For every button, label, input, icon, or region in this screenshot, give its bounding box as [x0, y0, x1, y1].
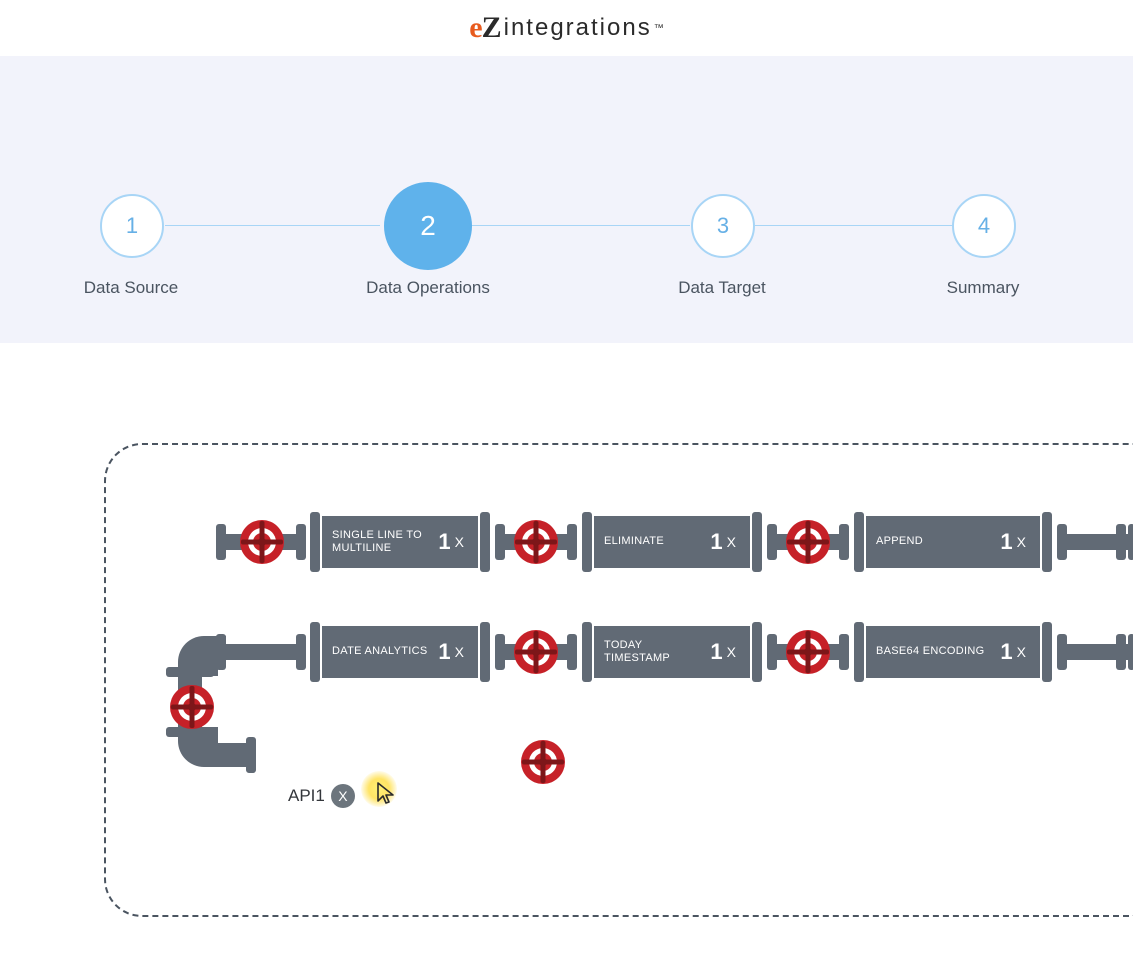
cursor-arrow-icon	[376, 781, 396, 811]
step-connector-2-3	[470, 225, 690, 226]
pipe-flange	[495, 634, 505, 670]
op-label: DATE ANALYTICS	[322, 645, 434, 658]
op-remove[interactable]: X	[727, 644, 736, 660]
op-remove[interactable]: X	[1017, 534, 1026, 550]
op-remove[interactable]: X	[1017, 644, 1026, 660]
step-connector-1-2	[165, 225, 380, 226]
step-4-label: Summary	[883, 278, 1083, 298]
pipe-flange	[296, 634, 306, 670]
step-2-label: Data Operations	[328, 278, 528, 298]
api-node-label: API1	[288, 786, 325, 806]
pipe-flange	[495, 524, 505, 560]
pipe-segment	[206, 743, 246, 767]
pipe-frame	[752, 622, 762, 682]
op-remove[interactable]: X	[727, 534, 736, 550]
pipe-frame	[1042, 622, 1052, 682]
op-count: 1	[1000, 529, 1012, 555]
pipeline-row-1: SINGLE LINE TO MULTILINE 1 X ELIMINATE 1…	[106, 512, 1133, 572]
op-remove[interactable]: X	[455, 534, 464, 550]
pipe-flange	[567, 524, 577, 560]
step-1-number: 1	[126, 213, 138, 239]
valve-icon[interactable]	[785, 629, 831, 675]
pipe-frame	[582, 622, 592, 682]
close-x: X	[338, 788, 347, 804]
pipe-flange	[1057, 524, 1067, 560]
pipeline-canvas[interactable]: SINGLE LINE TO MULTILINE 1 X ELIMINATE 1…	[104, 443, 1133, 917]
pipeline-row-2: DATE ANALYTICS 1 X TODAY TIMESTAMP 1 X	[106, 622, 1133, 682]
valve-icon[interactable]	[785, 519, 831, 565]
op-date-analytics[interactable]: DATE ANALYTICS 1 X	[322, 626, 478, 678]
pipe-flange	[216, 524, 226, 560]
valve-icon[interactable]	[169, 684, 215, 730]
step-data-source[interactable]: 1	[100, 194, 164, 258]
pipe-frame	[310, 512, 320, 572]
app-logo: e Z integrations ™	[0, 0, 1133, 56]
pipe-flange	[839, 524, 849, 560]
op-label: SINGLE LINE TO MULTILINE	[322, 529, 434, 555]
op-count: 1	[438, 529, 450, 555]
op-count: 1	[710, 529, 722, 555]
step-3-number: 3	[717, 213, 729, 239]
valve-icon[interactable]	[239, 519, 285, 565]
op-label: APPEND	[866, 535, 996, 548]
op-append[interactable]: APPEND 1 X	[866, 516, 1040, 568]
op-label: TODAY TIMESTAMP	[594, 639, 706, 665]
logo-letter-e: e	[469, 11, 481, 45]
op-count: 1	[1000, 639, 1012, 665]
pipe-frame	[480, 512, 490, 572]
op-label: ELIMINATE	[594, 535, 706, 548]
pipe-frame	[854, 512, 864, 572]
pipe-frame	[854, 622, 864, 682]
op-eliminate[interactable]: ELIMINATE 1 X	[594, 516, 750, 568]
logo-word-rest: integrations	[504, 14, 652, 42]
pipe-flange	[166, 667, 214, 677]
valve-icon[interactable]	[520, 739, 566, 785]
op-count: 1	[438, 639, 450, 665]
op-single-line-to-multiline[interactable]: SINGLE LINE TO MULTILINE 1 X	[322, 516, 478, 568]
api-node[interactable]: API1 X	[288, 784, 355, 808]
pipe-flange	[296, 524, 306, 560]
step-2-number: 2	[420, 210, 436, 242]
pipe-flange	[767, 634, 777, 670]
op-remove[interactable]: X	[455, 644, 464, 660]
logo-letter-z: Z	[482, 11, 502, 45]
stepper: 1 Data Source 2 Data Operations 3 Data T…	[0, 194, 1133, 274]
step-data-target[interactable]: 3	[691, 194, 755, 258]
valve-icon[interactable]	[513, 519, 559, 565]
step-3-label: Data Target	[622, 278, 822, 298]
valve-icon[interactable]	[513, 629, 559, 675]
logo-tm: ™	[654, 23, 664, 34]
pipe-flange	[1116, 524, 1126, 560]
step-summary[interactable]: 4	[952, 194, 1016, 258]
pipe-flange	[1128, 524, 1133, 560]
pipe-flange	[1116, 634, 1126, 670]
stepper-panel: 1 Data Source 2 Data Operations 3 Data T…	[0, 56, 1133, 343]
pipe-flange	[1057, 634, 1067, 670]
step-data-operations[interactable]: 2	[384, 182, 472, 270]
step-4-number: 4	[978, 213, 990, 239]
op-label: BASE64 ENCODING	[866, 645, 996, 658]
pipe-flange	[1128, 634, 1133, 670]
pipe-segment	[226, 644, 296, 660]
pipe-frame	[1042, 512, 1052, 572]
step-1-label: Data Source	[31, 278, 231, 298]
api-node-remove[interactable]: X	[331, 784, 355, 808]
pipe-frame	[582, 512, 592, 572]
op-count: 1	[710, 639, 722, 665]
pipe-frame	[480, 622, 490, 682]
pipe-frame	[752, 512, 762, 572]
pipe-flange	[246, 737, 256, 773]
pipe-flange	[839, 634, 849, 670]
op-base64-encoding[interactable]: BASE64 ENCODING 1 X	[866, 626, 1040, 678]
pipe-flange	[567, 634, 577, 670]
pipe-frame	[310, 622, 320, 682]
pipe-flange	[767, 524, 777, 560]
op-today-timestamp[interactable]: TODAY TIMESTAMP 1 X	[594, 626, 750, 678]
pipe-segment	[206, 636, 226, 660]
step-connector-3-4	[755, 225, 955, 226]
